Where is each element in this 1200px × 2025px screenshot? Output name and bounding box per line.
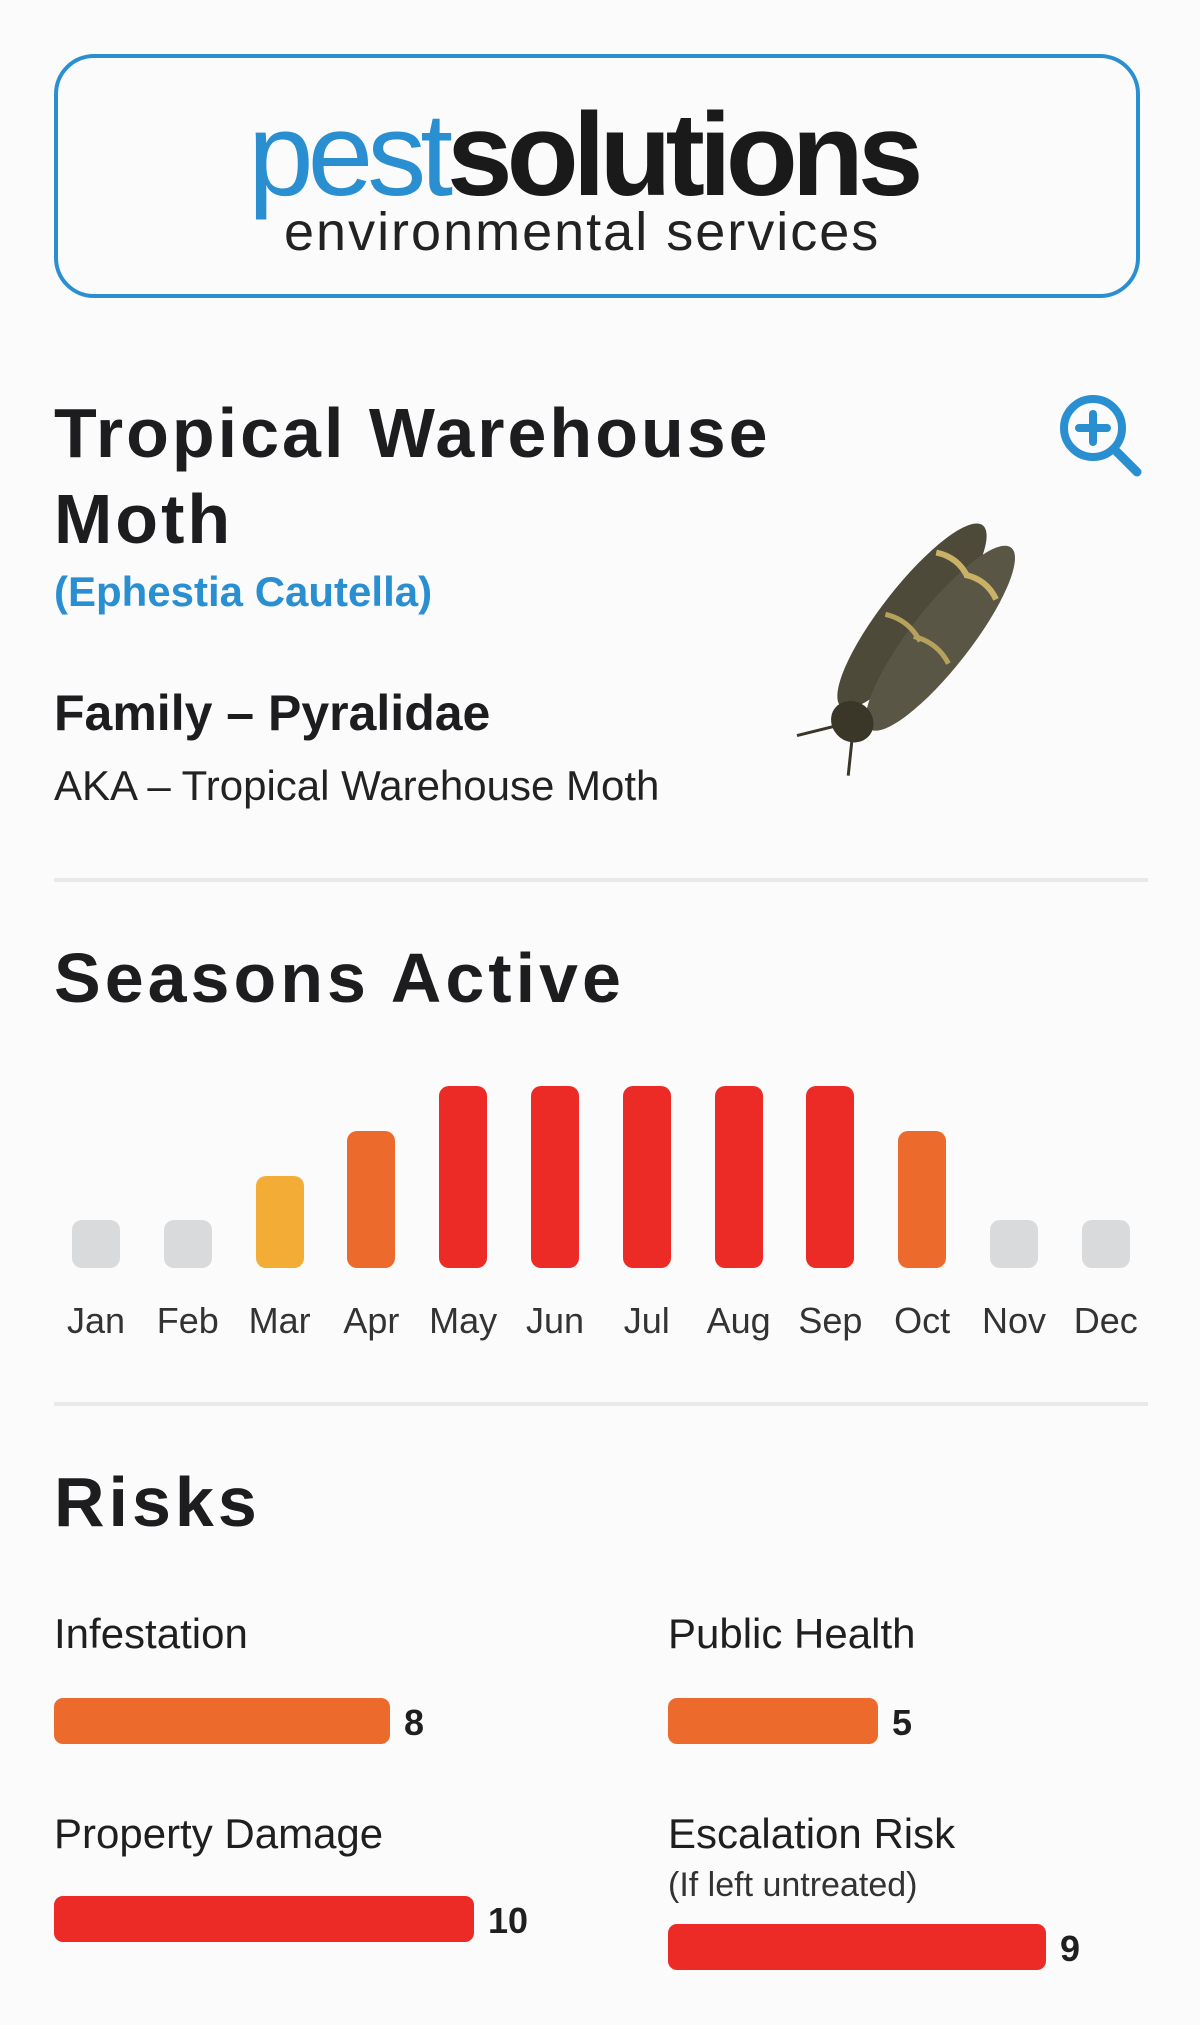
brand-logo: pestsolutions environmental services xyxy=(54,54,1140,298)
risk-label-property-damage: Property Damage xyxy=(54,1810,384,1857)
risk-sublabel-escalation: (If left untreated) xyxy=(668,1866,918,1904)
season-bar-aug xyxy=(714,1086,763,1268)
risk-value-property-damage: 10 xyxy=(488,1900,529,1941)
risk-label-public-health: Public Health xyxy=(668,1610,916,1657)
risk-bar-property-damage xyxy=(54,1896,474,1942)
month-label-jun: Jun xyxy=(525,1300,585,1341)
section-divider xyxy=(54,878,1148,882)
logo-wordmark: pestsolutions xyxy=(248,96,923,214)
season-bar-apr xyxy=(347,1131,396,1268)
season-bar-jul xyxy=(622,1086,671,1268)
month-label-apr: Apr xyxy=(343,1300,400,1341)
season-bar-jun xyxy=(531,1086,579,1268)
latin-name: (Ephestia Cautella) xyxy=(54,568,433,615)
seasons-heading: Seasons Active xyxy=(54,939,625,1017)
month-label-mar: Mar xyxy=(248,1300,311,1341)
logo-tagline: environmental services xyxy=(284,202,881,262)
month-label-jan: Jan xyxy=(66,1300,126,1341)
season-bar-feb xyxy=(163,1220,212,1268)
risk-label-infestation: Infestation xyxy=(54,1610,248,1657)
risk-value-escalation: 9 xyxy=(1060,1928,1081,1969)
season-bar-jan xyxy=(72,1220,120,1268)
month-label-nov: Nov xyxy=(981,1300,1047,1341)
season-bar-dec xyxy=(1081,1220,1130,1268)
month-label-aug: Aug xyxy=(706,1300,771,1341)
section-divider xyxy=(54,1402,1148,1406)
risk-bar-infestation xyxy=(54,1698,390,1744)
risks-heading: Risks xyxy=(54,1463,261,1541)
risk-bar-public-health xyxy=(668,1698,878,1744)
month-label-may: May xyxy=(429,1300,498,1341)
season-bar-mar xyxy=(255,1176,304,1268)
pest-title: Tropical Warehouse Moth xyxy=(54,394,771,558)
season-bar-sep xyxy=(806,1086,855,1268)
risk-bar-escalation xyxy=(668,1924,1046,1970)
risk-value-public-health: 5 xyxy=(892,1702,913,1743)
season-bar-oct xyxy=(898,1131,947,1268)
moth-icon xyxy=(796,523,1015,776)
season-bar-may xyxy=(439,1086,488,1268)
month-label-sep: Sep xyxy=(798,1300,863,1341)
aka-name: AKA – Tropical Warehouse Moth xyxy=(54,762,660,809)
season-bar-nov xyxy=(990,1220,1038,1268)
risk-value-infestation: 8 xyxy=(404,1702,425,1743)
month-label-feb: Feb xyxy=(156,1300,219,1341)
month-label-oct: Oct xyxy=(894,1300,951,1341)
month-label-jul: Jul xyxy=(623,1300,670,1341)
family-name: Family – Pyralidae xyxy=(54,685,491,741)
month-label-dec: Dec xyxy=(1073,1300,1138,1341)
risk-label-escalation: Escalation Risk xyxy=(668,1810,956,1857)
zoom-in-icon[interactable] xyxy=(1055,390,1145,480)
